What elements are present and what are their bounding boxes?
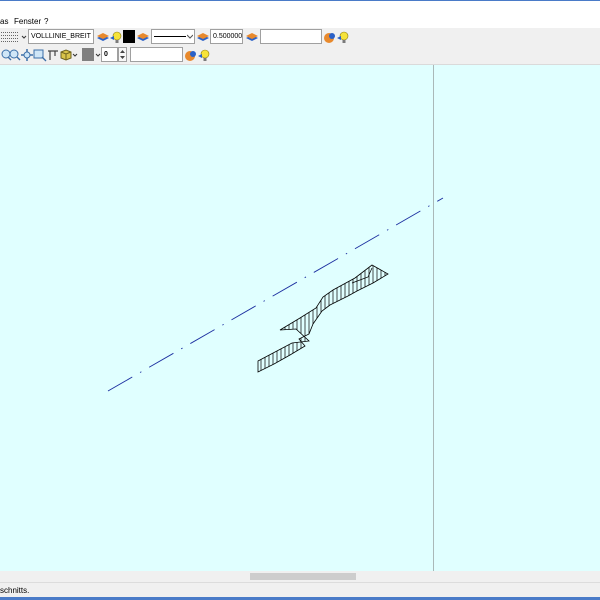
drawing-canvas[interactable] bbox=[0, 65, 600, 571]
lightbulb-icon[interactable] bbox=[336, 30, 350, 44]
menu-item-fenster[interactable]: Fenster bbox=[14, 17, 41, 27]
layer-icon[interactable] bbox=[96, 30, 110, 44]
linetype-field[interactable]: VOLLLINIE_BREIT bbox=[28, 29, 94, 44]
fill-color-swatch[interactable] bbox=[82, 48, 94, 61]
layer-color-icon[interactable] bbox=[184, 48, 198, 62]
linestyle-select[interactable] bbox=[151, 29, 195, 44]
chevron-down-icon[interactable] bbox=[21, 30, 27, 44]
layer-icon[interactable] bbox=[136, 30, 150, 44]
lightbulb-icon[interactable] bbox=[197, 48, 211, 62]
spinner-arrows-icon bbox=[120, 50, 125, 59]
lightbulb-icon[interactable] bbox=[109, 30, 123, 44]
menu-item-extras[interactable]: as bbox=[0, 17, 8, 27]
measure-icon[interactable] bbox=[46, 48, 60, 62]
pattern-icon[interactable] bbox=[0, 30, 20, 44]
drawing-svg bbox=[107, 65, 444, 571]
window-top-border bbox=[0, 0, 600, 1]
text-field[interactable] bbox=[130, 47, 183, 62]
menu-bar: as Fenster ? bbox=[0, 16, 600, 28]
layer-color-icon[interactable] bbox=[323, 30, 337, 44]
status-bar: schnitts. bbox=[0, 582, 600, 598]
solid-line-icon bbox=[154, 36, 186, 37]
layer-icon[interactable] bbox=[196, 30, 210, 44]
text-field[interactable] bbox=[260, 29, 322, 44]
cube-icon[interactable] bbox=[59, 48, 73, 62]
hatched-section[interactable] bbox=[257, 264, 389, 373]
properties-toolbar: VOLLLINIE_BREIT 0.500000 bbox=[0, 28, 600, 47]
number-field[interactable]: 0 bbox=[101, 47, 118, 62]
menu-item-help[interactable]: ? bbox=[44, 17, 48, 27]
linewidth-field[interactable]: 0.500000 bbox=[210, 29, 243, 44]
scrollbar-thumb[interactable] bbox=[250, 573, 356, 580]
view-toolbar: 0 bbox=[0, 46, 600, 65]
color-swatch[interactable] bbox=[123, 30, 135, 43]
horizontal-scrollbar[interactable] bbox=[0, 571, 600, 582]
zoom-window-icon[interactable] bbox=[33, 48, 47, 62]
chevron-down-icon bbox=[187, 34, 193, 39]
pan-icon[interactable] bbox=[20, 48, 34, 62]
status-text: schnitts. bbox=[0, 586, 30, 595]
layer-icon[interactable] bbox=[245, 30, 259, 44]
number-spinner[interactable] bbox=[118, 47, 127, 62]
chevron-down-icon[interactable] bbox=[72, 48, 78, 62]
